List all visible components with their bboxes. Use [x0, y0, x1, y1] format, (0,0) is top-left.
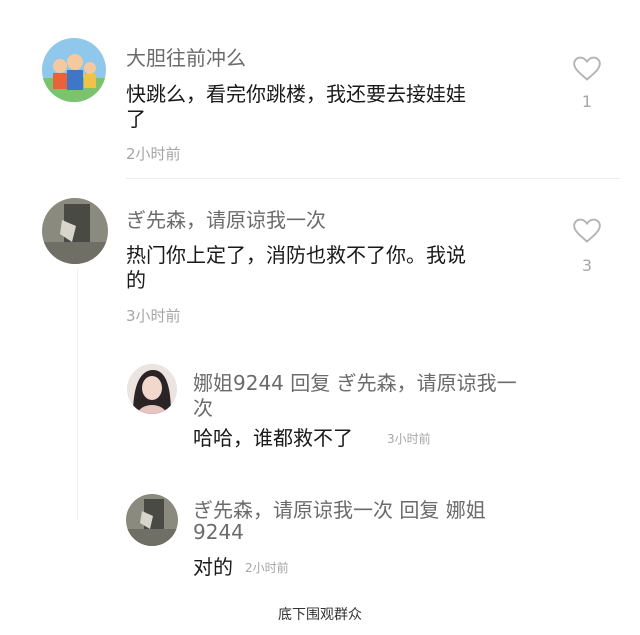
reply-text: 哈哈，谁都救不了: [193, 426, 353, 450]
avatar-image: [42, 198, 108, 264]
heart-outline-icon: [573, 56, 601, 81]
avatar[interactable]: [42, 38, 106, 102]
reply-time: 2小时前: [245, 561, 289, 575]
comment-time: 3小时前: [126, 307, 181, 325]
reply-text: 对的: [193, 555, 233, 579]
reply-header[interactable]: 娜姐9244 回复 ぎ先森，请原谅我一: [193, 367, 517, 396]
caption: 底下围观群众: [278, 607, 362, 623]
like-button[interactable]: 1: [572, 56, 602, 116]
reply-thread-line: [77, 268, 78, 520]
heart-outline-icon: [573, 218, 601, 243]
comment-text-line: 快跳么，看完你跳楼，我还要去接娃娃: [126, 82, 466, 106]
comment-username[interactable]: ぎ先森，请原谅我一次: [126, 204, 326, 233]
avatar[interactable]: [126, 494, 178, 546]
like-button[interactable]: 3: [572, 218, 602, 278]
reply-time: 3小时前: [387, 432, 431, 446]
reply-header[interactable]: 次: [193, 392, 213, 421]
comment-text-line: 热门你上定了，消防也救不了你。我说: [126, 243, 466, 267]
family-avatar-image: [42, 38, 106, 102]
divider: [126, 178, 620, 179]
avatar[interactable]: [42, 198, 108, 264]
comment-text-line: 了: [126, 107, 146, 131]
like-count: 3: [581, 256, 593, 275]
like-count: 1: [581, 92, 593, 111]
avatar-image: [127, 364, 177, 414]
avatar-image: [126, 494, 178, 546]
comment-text-line: 的: [126, 268, 146, 292]
comment-username[interactable]: 大胆往前冲么: [126, 42, 246, 71]
comment-time: 2小时前: [126, 145, 181, 163]
avatar[interactable]: [127, 364, 177, 414]
reply-header[interactable]: 9244: [193, 520, 244, 544]
reply-header[interactable]: ぎ先森，请原谅我一次 回复 娜姐: [193, 494, 486, 523]
